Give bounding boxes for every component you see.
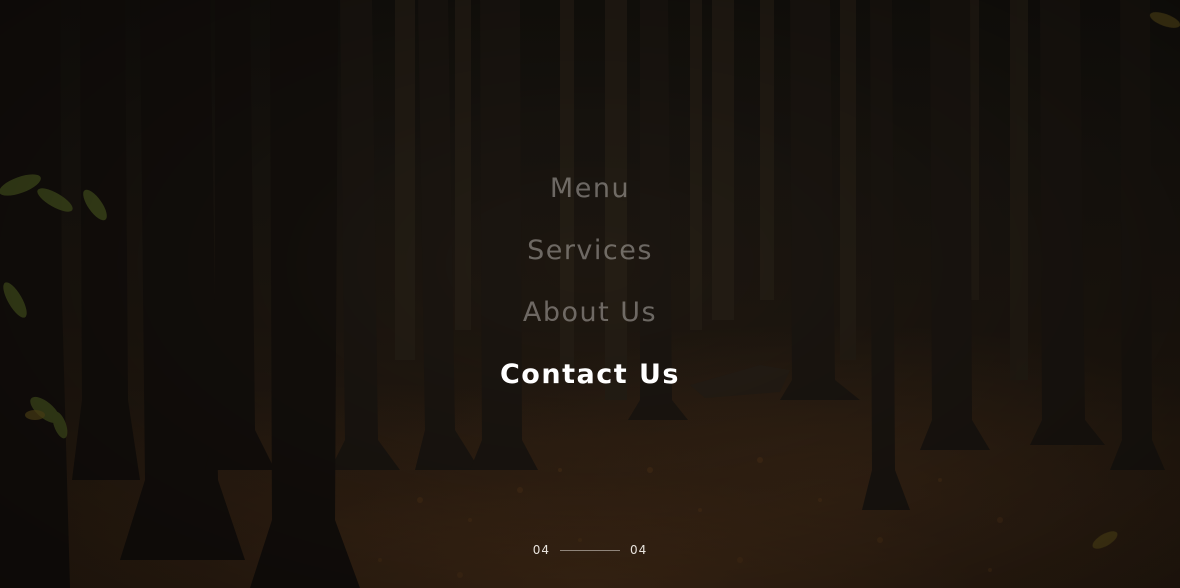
screen: Menu Services About Us Contact Us 04 04: [0, 0, 1180, 588]
slide-pager: 04 04: [0, 541, 1180, 559]
pager-divider: [560, 549, 620, 551]
pager-current: 04: [532, 543, 550, 557]
menu-item-about-us[interactable]: About Us: [523, 282, 657, 344]
menu-item-menu[interactable]: Menu: [550, 158, 630, 220]
fullscreen-menu: Menu Services About Us Contact Us: [0, 158, 1180, 406]
menu-item-contact-us[interactable]: Contact Us: [500, 344, 680, 406]
menu-item-services[interactable]: Services: [527, 220, 653, 282]
pager-total: 04: [630, 543, 648, 557]
